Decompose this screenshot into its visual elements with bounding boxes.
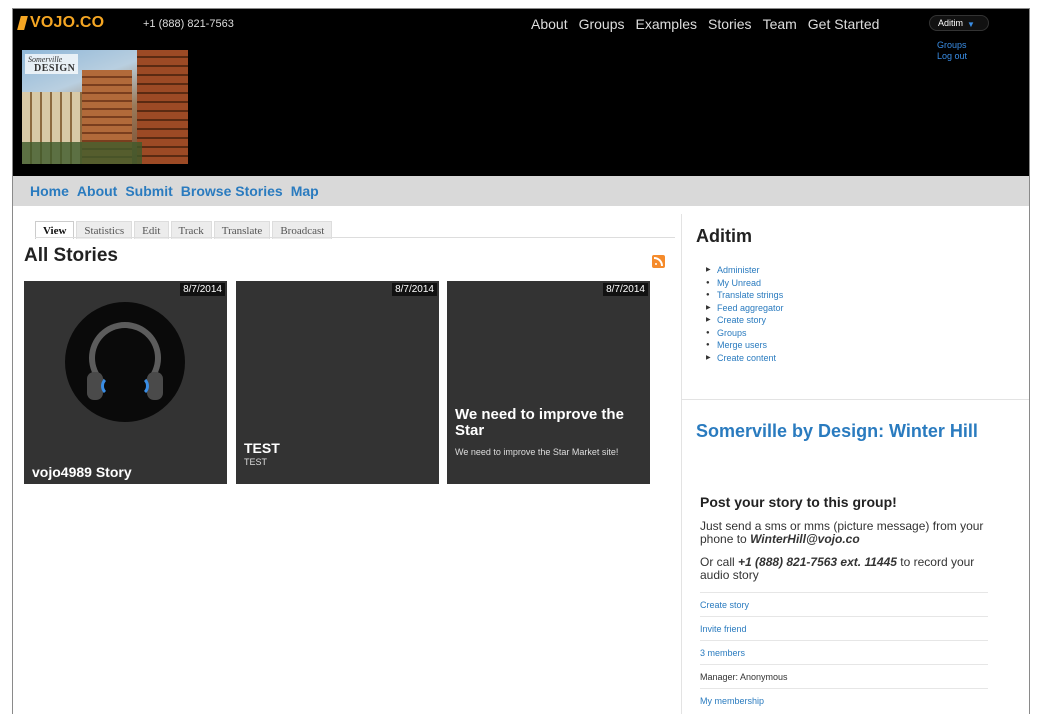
sms-instructions: Just send a sms or mms (picture message)… xyxy=(700,520,1000,546)
headphones-icon xyxy=(65,302,185,422)
user-link-create-story[interactable]: ▶ Create story xyxy=(706,314,784,327)
group-link-members[interactable]: 3 members xyxy=(700,640,988,664)
story-card[interactable]: 8/7/2014 TEST TEST xyxy=(236,281,439,484)
call-instructions: Or call +1 (888) 821-7563 ext. 11445 to … xyxy=(700,556,1000,582)
call-prefix: Or call xyxy=(700,555,735,569)
post-story-heading: Post your story to this group! xyxy=(700,494,897,510)
user-link-feed-aggregator[interactable]: ▶ Feed aggregator xyxy=(706,302,784,315)
phone-number: +1 (888) 821-7563 xyxy=(143,18,234,30)
groupnav-about[interactable]: About xyxy=(77,183,117,199)
user-dropdown-label: Aditim xyxy=(938,18,964,28)
user-dropdown[interactable]: Aditim ▼ xyxy=(929,15,989,31)
group-link-my-membership[interactable]: My membership xyxy=(700,688,988,712)
headphone-cup-right xyxy=(147,372,163,400)
topnav-get-started[interactable]: Get Started xyxy=(808,16,880,32)
link-label: Merge users xyxy=(717,340,768,350)
user-link-administer[interactable]: ▶ Administer xyxy=(706,264,784,277)
sms-email: WinterHill@vojo.co xyxy=(750,532,860,546)
story-excerpt: TEST xyxy=(244,457,268,467)
topnav-examples[interactable]: Examples xyxy=(636,16,697,32)
groupnav-submit[interactable]: Submit xyxy=(125,183,172,199)
logo-mark-icon xyxy=(17,16,28,30)
tab-divider xyxy=(35,237,675,238)
vojo-logo[interactable]: VOJO.CO xyxy=(17,14,105,32)
logo-text: VOJO.CO xyxy=(30,14,105,31)
link-label: Groups xyxy=(717,327,747,338)
user-link-create-content[interactable]: ▶ Create content xyxy=(706,352,784,365)
user-link-translate-strings[interactable]: ● Translate strings xyxy=(706,289,784,302)
link-label: My Unread xyxy=(717,277,762,288)
link-label: Create content xyxy=(717,352,777,363)
image-foliage xyxy=(22,142,142,164)
collapsed-arrow-icon: ▶ xyxy=(706,304,711,311)
image-brick-wall xyxy=(137,50,188,164)
rss-feed-icon[interactable] xyxy=(652,255,665,268)
story-date: 8/7/2014 xyxy=(392,283,437,296)
collapsed-arrow-icon: ▶ xyxy=(706,354,711,361)
bullet-icon: ● xyxy=(706,342,710,348)
group-link-invite-friend[interactable]: Invite friend xyxy=(700,616,988,640)
image-caption: Somerville DESIGN xyxy=(25,54,79,74)
chevron-down-icon: ▼ xyxy=(967,19,975,29)
bullet-icon: ● xyxy=(706,329,710,336)
user-menu: Groups Log out xyxy=(937,40,967,62)
bullet-icon: ● xyxy=(706,279,710,286)
topnav-stories[interactable]: Stories xyxy=(708,16,752,32)
groupnav-home[interactable]: Home xyxy=(30,183,69,199)
topnav-groups[interactable]: Groups xyxy=(579,16,625,32)
group-title[interactable]: Somerville by Design: Winter Hill xyxy=(696,418,996,445)
group-manager: Manager: Anonymous xyxy=(700,664,988,688)
collapsed-arrow-icon: ▶ xyxy=(706,267,711,273)
bullet-icon: ● xyxy=(706,292,710,298)
story-card[interactable]: 8/7/2014 vojo4989 Story xyxy=(24,281,227,484)
link-label: Translate strings xyxy=(717,290,784,300)
browser-page: VOJO.CO +1 (888) 821-7563 About Groups E… xyxy=(12,8,1030,714)
topnav-team[interactable]: Team xyxy=(763,16,797,32)
story-title[interactable]: vojo4989 Story xyxy=(32,464,132,480)
user-block-title: Aditim xyxy=(696,226,752,246)
image-caption-line2: DESIGN xyxy=(34,63,76,74)
user-links-list: ▶ Administer ● My Unread ● Translate string… xyxy=(706,264,784,364)
user-menu-groups[interactable]: Groups xyxy=(937,40,967,51)
group-links-list: Create story Invite friend 3 members Man… xyxy=(700,592,988,712)
link-label: Feed aggregator xyxy=(717,302,784,313)
top-nav: About Groups Examples Stories Team Get S… xyxy=(531,16,879,32)
story-excerpt: We need to improve the Star Market site! xyxy=(455,447,619,457)
topnav-about[interactable]: About xyxy=(531,16,568,32)
page-title: All Stories xyxy=(24,245,118,266)
user-link-groups[interactable]: ● Groups xyxy=(706,327,784,340)
group-nav: Home About Submit Browse Stories Map xyxy=(13,176,1029,206)
sound-wave-left xyxy=(101,376,121,396)
story-date: 8/7/2014 xyxy=(180,283,225,296)
groupnav-map[interactable]: Map xyxy=(291,183,319,199)
story-date: 8/7/2014 xyxy=(603,283,648,296)
collapsed-arrow-icon: ▶ xyxy=(706,317,711,323)
sound-wave-right xyxy=(129,376,149,396)
story-title[interactable]: TEST xyxy=(244,440,280,456)
user-link-merge-users[interactable]: ● Merge users xyxy=(706,339,784,352)
sidebar: Aditim ▶ Administer ● My Unread ● Translate… xyxy=(681,214,1029,714)
user-menu-logout[interactable]: Log out xyxy=(937,51,967,62)
group-header-image[interactable]: Somerville DESIGN xyxy=(22,50,188,164)
group-link-create-story[interactable]: Create story xyxy=(700,592,988,616)
call-number: +1 (888) 821-7563 ext. 11445 xyxy=(738,555,897,569)
link-label: Administer xyxy=(717,265,760,275)
top-bar: VOJO.CO +1 (888) 821-7563 About Groups E… xyxy=(13,9,1029,39)
story-title[interactable]: We need to improve the Star xyxy=(455,407,645,439)
user-block: Aditim ▶ Administer ● My Unread ● Translate… xyxy=(682,214,1029,400)
link-label: Create story xyxy=(717,315,767,325)
user-link-my-unread[interactable]: ● My Unread xyxy=(706,277,784,290)
groupnav-browse-stories[interactable]: Browse Stories xyxy=(181,183,283,199)
group-banner: Somerville DESIGN Groups Log out xyxy=(13,39,1029,176)
story-card[interactable]: 8/7/2014 We need to improve the Star We … xyxy=(447,281,650,484)
